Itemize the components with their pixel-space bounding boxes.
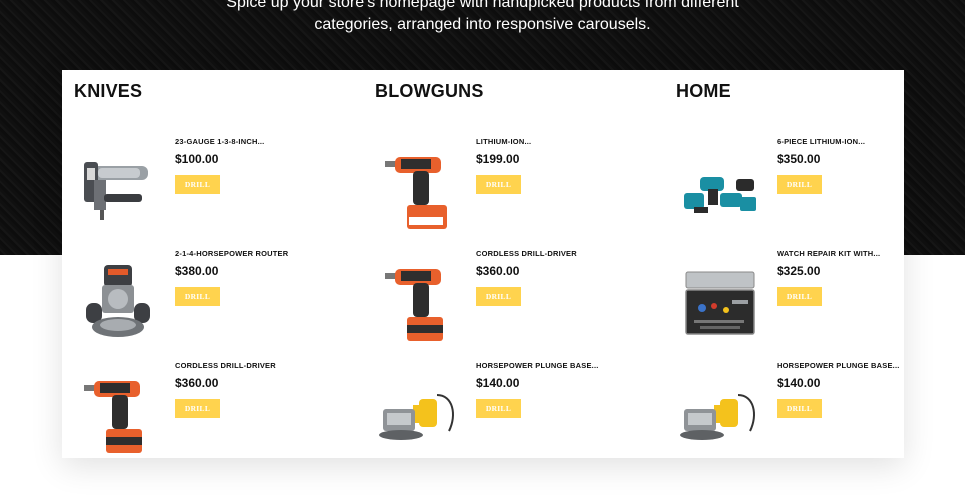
product-name[interactable]: HORSEPOWER PLUNGE BASE... [777,361,952,370]
product-price: $140.00 [777,376,821,390]
category-title[interactable]: BLOWGUNS [375,81,484,102]
drill-image[interactable] [375,257,463,349]
product-price: $350.00 [777,152,821,166]
product-category-tag[interactable]: DRILL [476,287,521,306]
product-name[interactable]: 6-PIECE LITHIUM-ION... [777,137,952,146]
product-category-tag[interactable]: DRILL [777,175,822,194]
product-item: WATCH REPAIR KIT WITH... $325.00 DRILL [676,249,946,349]
product-category-tag[interactable]: DRILL [476,399,521,418]
product-price: $199.00 [476,152,520,166]
product-item: 23-GAUGE 1-3-8-INCH... $100.00 DRILL [74,137,344,237]
category-title[interactable]: KNIVES [74,81,142,102]
product-name[interactable]: 2-1-4-HORSEPOWER ROUTER [175,249,350,258]
product-item: CORDLESS DRILL-DRIVER $360.00 DRILL [74,361,344,461]
drill-image[interactable] [74,369,162,461]
hero-line-1: Spice up your store's homepage with hand… [226,0,739,11]
product-name[interactable]: LITHIUM-ION... [476,137,651,146]
product-item: HORSEPOWER PLUNGE BASE... $140.00 DRILL [676,361,946,461]
product-price: $380.00 [175,264,219,278]
product-price: $360.00 [175,376,219,390]
product-category-tag[interactable]: DRILL [476,175,521,194]
product-item: HORSEPOWER PLUNGE BASE... $140.00 DRILL [375,361,645,461]
product-category-tag[interactable]: DRILL [175,287,220,306]
product-item: CORDLESS DRILL-DRIVER $360.00 DRILL [375,249,645,349]
product-item: 6-PIECE LITHIUM-ION... $350.00 DRILL [676,137,946,237]
product-price: $325.00 [777,264,821,278]
product-price: $100.00 [175,152,219,166]
category-title[interactable]: HOME [676,81,731,102]
plunge-base-image[interactable] [375,369,463,461]
nailer-image[interactable] [74,145,162,237]
tool-kit-image[interactable] [676,145,764,237]
product-item: 2-1-4-HORSEPOWER ROUTER $380.00 DRILL [74,249,344,349]
drill-image[interactable] [375,145,463,237]
product-price: $360.00 [476,264,520,278]
product-name[interactable]: HORSEPOWER PLUNGE BASE... [476,361,651,370]
hero-line-2: categories, arranged into responsive car… [314,16,651,33]
product-name[interactable]: 23-GAUGE 1-3-8-INCH... [175,137,350,146]
product-name[interactable]: CORDLESS DRILL-DRIVER [476,249,651,258]
product-name[interactable]: WATCH REPAIR KIT WITH... [777,249,952,258]
product-category-tag[interactable]: DRILL [175,399,220,418]
category-column-home: HOME 6-PIECE LITHIUM-ION... $350.00 DRIL… [664,70,944,458]
router-image[interactable] [74,257,162,349]
plunge-base-image[interactable] [676,369,764,461]
product-name[interactable]: CORDLESS DRILL-DRIVER [175,361,350,370]
hero-description: Spice up your store's homepage with hand… [0,0,965,36]
category-carousels-panel: KNIVES 23-GAUGE 1-3-8-INCH... $100.00 DR… [62,70,904,458]
repair-case-image[interactable] [676,257,764,349]
category-column-knives: KNIVES 23-GAUGE 1-3-8-INCH... $100.00 DR… [62,70,342,458]
category-column-blowguns: BLOWGUNS LITHIUM-ION... $199.00 DRILL CO… [363,70,643,458]
product-price: $140.00 [476,376,520,390]
product-category-tag[interactable]: DRILL [777,287,822,306]
product-item: LITHIUM-ION... $199.00 DRILL [375,137,645,237]
product-category-tag[interactable]: DRILL [175,175,220,194]
product-category-tag[interactable]: DRILL [777,399,822,418]
